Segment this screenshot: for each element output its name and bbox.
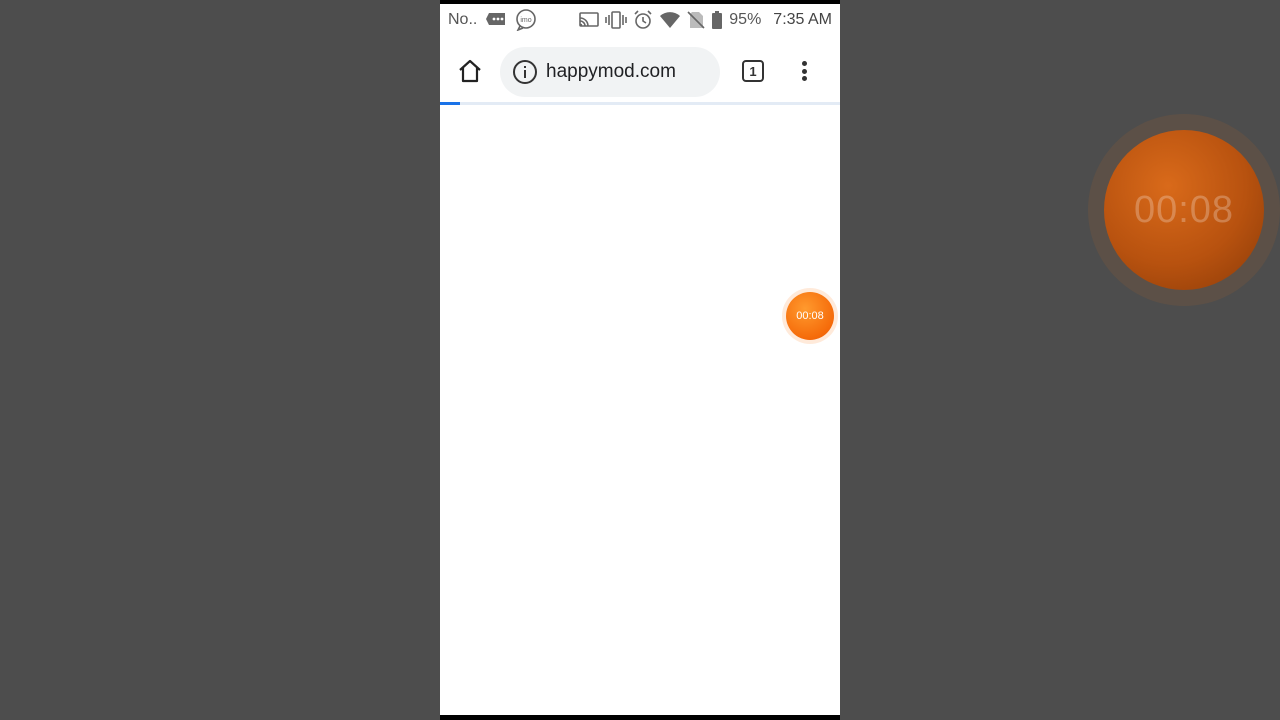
alarm-icon <box>633 10 653 30</box>
menu-dot-icon <box>801 76 807 81</box>
phone-screen: No.. imo 95% 7:35 AM happymod.com 1 00:0… <box>440 0 840 720</box>
tab-count: 1 <box>749 63 757 79</box>
address-bar[interactable]: happymod.com <box>500 47 720 97</box>
recorder-timer-text: 00:08 <box>796 310 824 322</box>
cast-icon <box>579 12 600 28</box>
status-bar: No.. imo 95% 7:35 AM <box>440 4 840 36</box>
home-button[interactable] <box>456 57 484 85</box>
imo-icon: imo <box>515 9 537 31</box>
battery-icon <box>711 11 723 29</box>
wifi-icon <box>659 11 681 29</box>
info-icon[interactable] <box>512 59 538 85</box>
no-sim-icon <box>687 11 705 29</box>
screen-recorder-bubble[interactable]: 00:08 <box>782 288 838 344</box>
overflow-menu-button[interactable] <box>796 57 812 85</box>
status-right-group: 95% 7:35 AM <box>579 10 832 30</box>
url-text[interactable]: happymod.com <box>546 61 676 83</box>
clock-time: 7:35 AM <box>773 11 832 28</box>
imo-label: imo <box>521 17 532 24</box>
status-left-group: No.. imo <box>448 9 537 31</box>
menu-dot-icon <box>801 61 807 66</box>
page-content[interactable] <box>440 105 840 715</box>
vibrate-icon <box>605 11 628 29</box>
notification-text: No.. <box>448 11 478 28</box>
background-timer-text: 00:08 <box>1133 188 1235 231</box>
background-blurred-recorder-timer: 00:08 <box>1104 130 1264 290</box>
battery-percent: 95% <box>729 11 762 28</box>
recorder-timer-button[interactable]: 00:08 <box>786 292 834 340</box>
sms-icon <box>485 12 507 28</box>
home-icon <box>459 59 481 83</box>
menu-dot-icon <box>801 68 807 74</box>
browser-toolbar: happymod.com 1 <box>440 40 840 102</box>
tab-switcher-button[interactable]: 1 <box>742 60 764 82</box>
